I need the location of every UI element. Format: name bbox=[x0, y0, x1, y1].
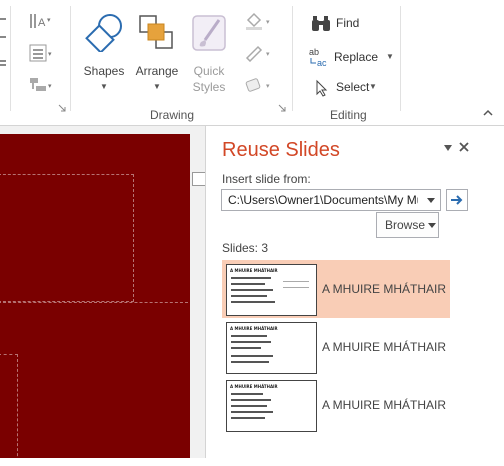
shapes-label: Shapes bbox=[83, 64, 125, 78]
content-placeholder[interactable] bbox=[0, 354, 18, 466]
paragraph-dialog-launcher-icon[interactable] bbox=[58, 104, 66, 112]
title-placeholder[interactable] bbox=[0, 174, 134, 302]
list-item[interactable]: A MHUIRE MHÁTHAIR A MHUIRE MHÁTHAIR bbox=[222, 318, 450, 376]
browse-label: Browse bbox=[385, 218, 426, 232]
arrange-label: Arrange bbox=[135, 64, 179, 78]
svg-text:▾: ▾ bbox=[266, 19, 270, 26]
slide-title: A MHUIRE MHÁTHAIR bbox=[322, 340, 447, 354]
group-separator bbox=[400, 6, 401, 111]
svg-text:▾: ▾ bbox=[47, 17, 51, 24]
thumbnail-title: A MHUIRE MHÁTHAIR bbox=[230, 268, 278, 273]
thumbnail-title: A MHUIRE MHÁTHAIR bbox=[230, 384, 278, 389]
go-button[interactable] bbox=[446, 189, 468, 211]
insert-slide-from-label: Insert slide from: bbox=[222, 172, 311, 186]
svg-text:▾: ▾ bbox=[266, 51, 270, 58]
shape-fill-icon: ▾ bbox=[246, 12, 270, 30]
arrange-icon bbox=[138, 14, 174, 50]
shape-effects-icon: ▾ bbox=[245, 78, 270, 92]
svg-text:A: A bbox=[38, 17, 46, 29]
current-slide[interactable] bbox=[0, 134, 190, 466]
binoculars-icon bbox=[312, 16, 330, 31]
chevron-down-icon: ▼ bbox=[369, 82, 377, 91]
pane-title: Reuse Slides bbox=[222, 139, 340, 161]
svg-text:ab: ab bbox=[309, 47, 319, 57]
slide-title: A MHUIRE MHÁTHAIR bbox=[322, 398, 447, 412]
slide-thumbnail: A MHUIRE MHÁTHAIR bbox=[226, 322, 317, 374]
pane-border bbox=[205, 126, 206, 458]
slide-list: A MHUIRE MHÁTHAIR A MHUIRE MHÁTHAIR A MH… bbox=[222, 260, 450, 452]
list-item[interactable]: A MHUIRE MHÁTHAIR A MHUIRE MHÁTHAIR bbox=[222, 260, 450, 318]
guide-line bbox=[0, 302, 188, 303]
shapes-icon bbox=[84, 12, 124, 52]
chevron-down-icon[interactable] bbox=[426, 195, 436, 205]
replace-icon: abac bbox=[309, 47, 327, 68]
shape-effects-button[interactable]: ▾ bbox=[244, 76, 276, 94]
quick-styles-label-line1: Quick bbox=[193, 64, 225, 78]
partial-paragraph-tools bbox=[0, 12, 8, 82]
select-label: Select bbox=[336, 80, 370, 94]
slide-thumbnail: A MHUIRE MHÁTHAIR bbox=[226, 264, 317, 316]
replace-button[interactable]: ab ac Replace ▼ bbox=[308, 46, 394, 68]
shapes-button[interactable]: Shapes ▼ bbox=[80, 10, 128, 95]
browse-button[interactable]: Browse bbox=[376, 212, 439, 238]
group-separator bbox=[10, 6, 11, 111]
shape-outline-icon: ▾ bbox=[245, 45, 270, 62]
close-icon[interactable] bbox=[458, 141, 470, 153]
group-separator bbox=[70, 6, 71, 111]
file-path-value: C:\Users\Owner1\Documents\My Mu bbox=[228, 193, 418, 207]
find-label: Find bbox=[336, 16, 360, 30]
ribbon: A ▾ ▾ ▾ Shapes ▼ Arrange ▼ Quick Styles ▾ bbox=[0, 0, 504, 126]
svg-text:▾: ▾ bbox=[48, 83, 52, 90]
go-arrow-icon bbox=[451, 195, 463, 205]
drawing-dialog-launcher-icon[interactable] bbox=[278, 104, 286, 112]
thumbnail-title: A MHUIRE MHÁTHAIR bbox=[230, 326, 278, 331]
slide-thumbnail: A MHUIRE MHÁTHAIR bbox=[226, 380, 317, 432]
svg-text:▾: ▾ bbox=[48, 51, 52, 58]
group-separator bbox=[292, 6, 293, 111]
select-cursor-icon bbox=[316, 79, 328, 97]
pane-options-icon[interactable] bbox=[442, 143, 454, 153]
svg-text:▾: ▾ bbox=[266, 83, 270, 90]
arrange-button[interactable]: Arrange ▼ bbox=[132, 10, 182, 95]
svg-text:ac: ac bbox=[317, 58, 327, 68]
select-button[interactable]: Select ▼ bbox=[312, 78, 382, 98]
quick-styles-label-line2: Styles bbox=[192, 80, 226, 94]
slide-title: A MHUIRE MHÁTHAIR bbox=[322, 282, 447, 296]
text-direction-icon[interactable]: A ▾ bbox=[28, 12, 54, 30]
shape-outline-button[interactable]: ▾ bbox=[244, 44, 276, 62]
shape-fill-button[interactable]: ▾ bbox=[244, 12, 276, 30]
quick-styles-button[interactable]: Quick Styles bbox=[186, 10, 232, 95]
slides-count: Slides: 3 bbox=[222, 241, 269, 255]
editing-group-label: Editing bbox=[330, 108, 367, 122]
drawing-group-label: Drawing bbox=[150, 108, 195, 122]
quick-styles-icon bbox=[191, 14, 227, 52]
list-item[interactable]: A MHUIRE MHÁTHAIR A MHUIRE MHÁTHAIR bbox=[222, 376, 450, 434]
slide-resize-handle[interactable] bbox=[192, 172, 206, 186]
find-button[interactable]: Find bbox=[310, 14, 370, 34]
chevron-down-icon: ▼ bbox=[100, 82, 108, 91]
file-path-combobox[interactable]: C:\Users\Owner1\Documents\My Mu bbox=[221, 189, 441, 211]
chevron-down-icon: ▼ bbox=[153, 82, 161, 91]
collapse-ribbon-icon[interactable] bbox=[482, 108, 494, 118]
convert-to-smartart-icon[interactable]: ▾ bbox=[28, 76, 56, 94]
replace-label: Replace bbox=[334, 50, 379, 64]
chevron-down-icon: ▼ bbox=[386, 52, 394, 61]
chevron-down-icon bbox=[428, 221, 436, 229]
align-text-icon[interactable]: ▾ bbox=[28, 44, 56, 62]
